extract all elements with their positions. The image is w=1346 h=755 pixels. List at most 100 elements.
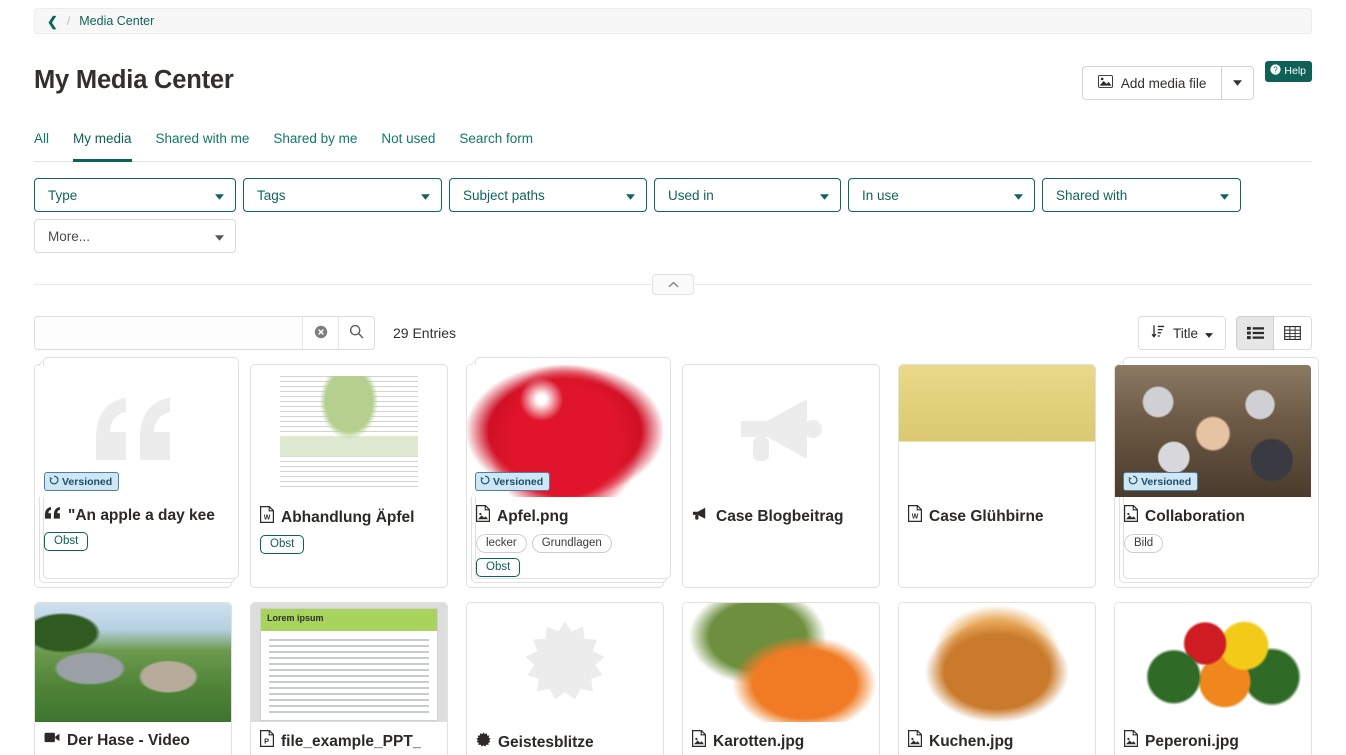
filter-type[interactable]: Type	[34, 178, 236, 212]
video-file-icon	[44, 730, 60, 750]
card-title-text: Peperoni.jpg	[1145, 732, 1239, 751]
grid-view-icon-button[interactable]	[1274, 316, 1312, 350]
word-document-icon: W	[908, 505, 922, 527]
image-file-icon	[908, 730, 922, 752]
card-tags: lecker Grundlagen Obst	[476, 534, 654, 577]
versioned-label: Versioned	[62, 476, 112, 488]
media-grid-row-2: Der Hase - Video Lorem ipsum P file_exam…	[34, 602, 1312, 755]
page-header: My Media Center Add media file ? Help	[34, 66, 1312, 112]
tag-chip[interactable]: lecker	[476, 534, 527, 553]
card-thumbnail	[468, 604, 662, 723]
media-card[interactable]: Karotten.jpg	[682, 602, 880, 755]
tag-chip[interactable]: Grundlagen	[532, 534, 612, 553]
breadcrumb-link-media-center[interactable]: Media Center	[79, 14, 154, 28]
card-thumbnail: Versioned	[467, 365, 663, 497]
search-input[interactable]	[35, 317, 302, 349]
add-media-caret-down-icon[interactable]	[1221, 66, 1254, 100]
clear-circle-icon	[314, 325, 328, 342]
filter-used-in-label: Used in	[668, 188, 714, 203]
toolbar-right: Title	[1138, 316, 1312, 350]
media-card[interactable]: W Case Glühbirne	[898, 364, 1096, 588]
history-icon	[49, 475, 59, 488]
media-card[interactable]: Versioned "An apple a day kee Obst	[34, 364, 232, 588]
card-title: Apfel.png	[476, 505, 654, 527]
collapse-filters-button[interactable]	[652, 274, 694, 295]
media-card[interactable]: Peperoni.jpg	[1114, 602, 1312, 755]
filter-collapse-row	[34, 274, 1312, 294]
page-title: My Media Center	[34, 66, 234, 94]
help-button[interactable]: ? Help	[1265, 61, 1312, 82]
tag-chip[interactable]: Bild	[1124, 534, 1163, 553]
media-card-slot: Versioned "An apple a day kee Obst	[34, 364, 232, 588]
media-card[interactable]: Versioned Apfel.png lecker Grundlagen Ob…	[466, 364, 664, 588]
card-body: Peperoni.jpg	[1115, 722, 1311, 752]
filter-subject-paths-label: Subject paths	[463, 188, 545, 203]
image-file-icon	[1124, 730, 1138, 752]
sort-label: Title	[1173, 326, 1198, 341]
card-title-text: Case Glühbirne	[929, 507, 1044, 526]
word-document-icon: W	[260, 506, 274, 528]
card-body: Der Hase - Video	[35, 722, 231, 750]
filter-subject-paths[interactable]: Subject paths	[449, 178, 647, 212]
chevron-up-icon	[668, 280, 679, 290]
card-title-text: Karotten.jpg	[713, 732, 804, 751]
tab-shared-with-me[interactable]: Shared with me	[144, 131, 262, 161]
card-thumbnail	[252, 366, 446, 497]
media-card-slot: W Case Glühbirne	[898, 364, 1096, 588]
media-card[interactable]: Case Blogbeitrag	[682, 364, 880, 588]
entries-count: 29 Entries	[393, 325, 456, 341]
card-thumbnail: Versioned	[1115, 365, 1311, 497]
card-title-text: Abhandlung Äpfel	[281, 508, 414, 527]
cake-photo-art	[899, 603, 1095, 722]
history-icon	[480, 475, 490, 488]
media-card[interactable]: Der Hase - Video	[34, 602, 232, 755]
card-title-text: Collaboration	[1145, 507, 1245, 526]
card-body: Apfel.png lecker Grundlagen Obst	[467, 497, 663, 577]
card-title-text: Case Blogbeitrag	[716, 507, 843, 526]
peppers-photo-art	[1115, 603, 1311, 722]
filter-type-label: Type	[48, 188, 77, 203]
card-thumbnail: Versioned	[36, 366, 230, 497]
filter-more[interactable]: More...	[34, 219, 236, 253]
media-card[interactable]: Geistesblitze	[466, 602, 664, 755]
submit-search-button[interactable]	[338, 317, 374, 349]
card-body: P file_example_PPT_	[251, 722, 447, 752]
card-thumbnail	[1115, 603, 1311, 722]
add-media-file-label: Add media file	[1121, 76, 1207, 91]
filter-shared-with[interactable]: Shared with	[1042, 178, 1241, 212]
content-toolbar: 29 Entries Title	[34, 316, 1312, 350]
filter-used-in[interactable]: Used in	[654, 178, 841, 212]
tab-not-used[interactable]: Not used	[369, 131, 447, 161]
tag-chip[interactable]: Obst	[260, 535, 304, 554]
quote-placeholder-icon	[90, 394, 176, 469]
media-card-slot: Kuchen.jpg	[898, 602, 1096, 755]
filter-tags[interactable]: Tags	[243, 178, 442, 212]
filter-in-use[interactable]: In use	[848, 178, 1035, 212]
media-card[interactable]: Lorem ipsum P file_example_PPT_	[250, 602, 448, 755]
add-media-file-button[interactable]: Add media file	[1082, 66, 1222, 100]
card-tags: Obst	[260, 535, 438, 554]
tab-shared-by-me[interactable]: Shared by me	[261, 131, 369, 161]
tab-all[interactable]: All	[34, 131, 61, 161]
versioned-label: Versioned	[1141, 476, 1191, 488]
list-view-icon-button[interactable]	[1236, 316, 1274, 350]
card-title-text: file_example_PPT_	[281, 732, 421, 751]
media-card[interactable]: Kuchen.jpg	[898, 602, 1096, 755]
tab-my-media[interactable]: My media	[61, 131, 144, 161]
tab-search-form[interactable]: Search form	[447, 131, 545, 161]
versioned-badge: Versioned	[44, 472, 119, 491]
burst-icon	[476, 732, 491, 752]
filter-more-label: More...	[48, 229, 90, 244]
search-group	[34, 316, 375, 350]
back-chevron-left-icon[interactable]: ❮	[47, 15, 58, 28]
megaphone-placeholder-icon	[733, 393, 829, 470]
filter-bar: Type Tags Subject paths Used in In use S…	[34, 178, 1312, 253]
video-bunny-art	[35, 603, 231, 722]
clear-search-button[interactable]	[302, 317, 338, 349]
media-card[interactable]: W Abhandlung Äpfel Obst	[250, 364, 448, 588]
sort-button[interactable]: Title	[1138, 316, 1226, 350]
tag-chip[interactable]: Obst	[44, 532, 88, 551]
card-body: Case Blogbeitrag	[683, 498, 879, 526]
media-card[interactable]: Versioned Collaboration Bild	[1114, 364, 1312, 588]
tag-chip[interactable]: Obst	[476, 558, 520, 577]
